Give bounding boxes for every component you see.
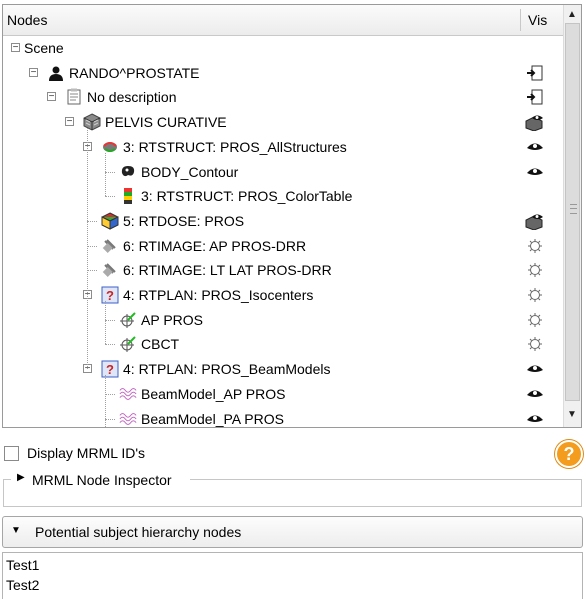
list-item[interactable]: Test2: [6, 577, 39, 593]
collapse-expander-icon[interactable]: −: [29, 67, 38, 77]
mrml-node-inspector-title[interactable]: MRML Node Inspector: [32, 472, 172, 488]
tree-row[interactable]: − Scene: [3, 37, 561, 59]
hidden-eye-icon[interactable]: [525, 286, 545, 304]
tree-header: Nodes Vis: [3, 5, 563, 36]
tree-node-label[interactable]: 6: RTIMAGE: LT LAT PROS-DRR: [123, 259, 332, 281]
volume-visibility-icon[interactable]: [525, 212, 545, 230]
tree-branch-line: [87, 270, 97, 272]
beam-model-icon: [119, 412, 137, 425]
tree-node-label[interactable]: BODY_Contour: [141, 161, 238, 183]
tree-guide-line: [105, 375, 106, 427]
hidden-eye-icon[interactable]: [525, 237, 545, 255]
tree-node-label[interactable]: BeamModel_AP PROS: [141, 383, 285, 405]
eye-icon[interactable]: [525, 385, 545, 403]
rt-image-icon: [102, 263, 116, 278]
hidden-eye-icon[interactable]: [525, 335, 545, 353]
expand-right-arrow-icon[interactable]: ▶: [17, 472, 25, 483]
tree-node-label[interactable]: AP PROS: [141, 309, 203, 331]
tree-node-label[interactable]: 4: RTPLAN: PROS_Isocenters: [123, 284, 313, 306]
eye-icon[interactable]: [525, 410, 545, 428]
tree-node-label[interactable]: 3: RTSTRUCT: PROS_ColorTable: [141, 185, 352, 207]
tree-node-label[interactable]: 4: RTPLAN: PROS_BeamModels: [123, 358, 331, 380]
collapse-expander-icon[interactable]: −: [47, 92, 56, 102]
tree-guide-line: [87, 128, 88, 370]
contour-icon: [121, 165, 135, 176]
rt-image-icon: [102, 238, 116, 253]
rt-plan-icon: ?: [101, 360, 119, 378]
potential-nodes-label: Potential subject hierarchy nodes: [35, 524, 242, 540]
scroll-down-arrow-icon[interactable]: ▼: [567, 409, 577, 420]
collapse-down-arrow-icon: ▼: [11, 525, 21, 536]
tree-node-label[interactable]: No description: [87, 86, 177, 108]
patient-icon: [49, 66, 63, 81]
hidden-eye-icon[interactable]: [525, 311, 545, 329]
beam-model-icon: [119, 387, 137, 400]
scrollbar-grip-icon: [570, 204, 577, 214]
segmentation-icon: [103, 141, 117, 152]
tree-row[interactable]: − RANDO^PROSTATE: [3, 62, 561, 84]
svg-text:?: ?: [106, 362, 114, 377]
tree-node-label[interactable]: BeamModel_PA PROS: [141, 408, 284, 428]
color-table-icon: [124, 188, 132, 205]
vertical-scrollbar[interactable]: ▲ ▼: [563, 5, 581, 427]
potential-nodes-list[interactable]: Test1 Test2: [2, 552, 583, 599]
eye-icon[interactable]: [525, 163, 545, 181]
beam-icon: [120, 336, 136, 353]
tree-node-label[interactable]: RANDO^PROSTATE: [69, 62, 200, 84]
tree-node-label[interactable]: CBCT: [141, 333, 179, 355]
tree-node-label[interactable]: 5: RTDOSE: PROS: [123, 210, 244, 232]
scroll-up-arrow-icon[interactable]: ▲: [567, 9, 577, 20]
eye-toggle-icon[interactable]: [525, 64, 545, 82]
help-button[interactable]: ?: [555, 440, 583, 468]
tree-node-label[interactable]: 3: RTSTRUCT: PROS_AllStructures: [123, 136, 347, 158]
tree-branch-line: [105, 171, 115, 173]
eye-icon[interactable]: [525, 360, 545, 378]
list-item[interactable]: Test1: [6, 557, 39, 573]
tree-row[interactable]: BeamModel_AP PROS: [3, 383, 561, 405]
display-mrml-ids-checkbox[interactable]: [4, 446, 19, 461]
study-icon: [67, 88, 81, 105]
tree-guide-line: [105, 152, 106, 197]
tree-branch-line: [105, 196, 115, 198]
scrollbar-thumb[interactable]: [565, 23, 580, 401]
tree-branch-line: [87, 220, 97, 222]
potential-nodes-collapsible-button[interactable]: ▼ Potential subject hierarchy nodes: [2, 516, 583, 548]
help-question-icon: ?: [563, 444, 575, 464]
hidden-eye-icon[interactable]: [525, 261, 545, 279]
tree-node-label[interactable]: 6: RTIMAGE: AP PROS-DRR: [123, 235, 306, 257]
tree-row[interactable]: − No description: [3, 86, 561, 108]
volume-visibility-icon[interactable]: [525, 113, 545, 132]
rt-plan-icon: ?: [101, 286, 119, 304]
tree-node-label[interactable]: PELVIS CURATIVE: [105, 111, 227, 133]
nodes-column-header[interactable]: Nodes: [7, 12, 47, 28]
header-separator: [520, 9, 521, 31]
tree-branch-line: [105, 344, 115, 346]
tree-node-label[interactable]: Scene: [24, 37, 64, 59]
tree-guide-line: [105, 301, 106, 345]
tree-row[interactable]: BeamModel_PA PROS: [3, 408, 561, 428]
dose-volume-icon: [101, 212, 119, 230]
subject-hierarchy-tree[interactable]: Nodes Vis − Scene − RANDO^PROSTATE − No descr…: [2, 4, 582, 428]
collapse-expander-icon[interactable]: −: [11, 43, 20, 53]
eye-toggle-icon[interactable]: [525, 88, 545, 106]
visibility-column-header[interactable]: Vis: [528, 12, 547, 28]
svg-text:?: ?: [106, 288, 114, 303]
tree-branch-line: [105, 319, 115, 321]
tree-branch-line: [87, 245, 97, 247]
display-mrml-ids-label[interactable]: Display MRML ID's: [27, 445, 145, 461]
tree-branch-line: [105, 418, 115, 420]
collapse-expander-icon[interactable]: −: [65, 117, 74, 127]
tree-branch-line: [105, 393, 115, 395]
beam-icon: [120, 311, 136, 328]
eye-icon[interactable]: [525, 138, 545, 156]
ct-volume-icon: [83, 113, 101, 131]
